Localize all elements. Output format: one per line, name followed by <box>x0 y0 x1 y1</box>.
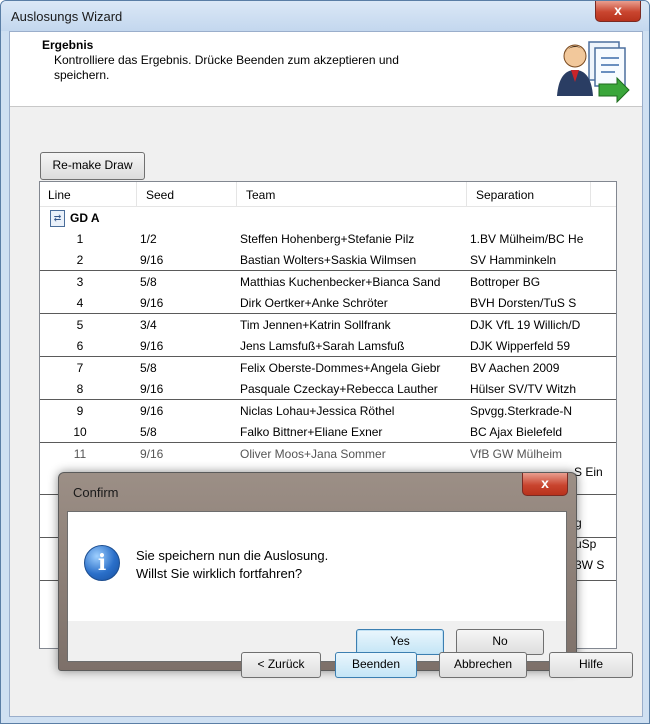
cell-line: 2 <box>76 253 84 267</box>
cell-team: Matthias Kuchenbecker+Bianca Sand <box>240 275 441 289</box>
cell-separation: 1.BV Mülheim/BC He <box>470 232 584 246</box>
cell-seed: 9/16 <box>140 382 164 396</box>
cell-team: Oliver Moos+Jana Sommer <box>240 447 386 461</box>
cell-separation: SV Hamminkeln <box>470 253 557 267</box>
cell-line: 8 <box>76 382 84 396</box>
group-icon: ⇄ <box>50 210 65 227</box>
cell-seed: 9/16 <box>140 339 164 353</box>
info-icon: i <box>84 545 120 581</box>
table-row[interactable]: 4 9/16 Dirk Oertker+Anke Schröter BVH Do… <box>40 292 616 313</box>
table-row[interactable]: 7 5/8 Felix Oberste-Dommes+Angela Giebr … <box>40 356 616 378</box>
list-header: Line Seed Team Separation <box>40 182 616 207</box>
cell-separation: Spvgg.Sterkrade-N <box>470 404 573 418</box>
confirm-dialog: Confirm x i Sie speichern nun die Auslos… <box>58 472 577 671</box>
cell-line: 4 <box>76 296 84 310</box>
cell-separation: BC Ajax Bielefeld <box>470 425 563 439</box>
cell-team: Dirk Oertker+Anke Schröter <box>240 296 388 310</box>
back-button[interactable]: < Zurück <box>241 652 321 678</box>
table-row[interactable]: 6 9/16 Jens Lamsfuß+Sarah Lamsfuß DJK Wi… <box>40 335 616 356</box>
cancel-button[interactable]: Abbrechen <box>439 652 527 678</box>
dialog-body: i Sie speichern nun die Auslosung. Wills… <box>67 511 567 623</box>
title-bar[interactable]: Auslosungs Wizard x <box>1 1 649 31</box>
cell-seed: 9/16 <box>140 404 164 418</box>
cell-team: Steffen Hohenberg+Stefanie Pilz <box>240 232 415 246</box>
column-header-line[interactable]: Line <box>48 188 71 202</box>
close-button[interactable]: x <box>595 1 641 22</box>
cell-team: Jens Lamsfuß+Sarah Lamsfuß <box>240 339 405 353</box>
cell-separation: DJK Wipperfeld 59 <box>470 339 571 353</box>
cell-team: Niclas Lohau+Jessica Röthel <box>240 404 395 418</box>
cell-line: 5 <box>76 318 84 332</box>
peek-fragment: uSp <box>575 537 597 551</box>
cell-line: 3 <box>76 275 84 289</box>
cell-line: 10 <box>73 425 87 439</box>
cell-line: 7 <box>76 361 84 375</box>
cell-separation: VfB GW Mülheim <box>470 447 563 461</box>
cell-seed: 5/8 <box>140 425 157 439</box>
cell-seed: 5/8 <box>140 275 157 289</box>
dialog-close-button[interactable]: x <box>522 473 568 496</box>
table-row[interactable]: 1 1/2 Steffen Hohenberg+Stefanie Pilz 1.… <box>40 228 616 249</box>
cell-seed: 9/16 <box>140 253 164 267</box>
cell-separation: BVH Dorsten/TuS S <box>470 296 577 310</box>
peek-fragment: S Ein <box>574 465 603 479</box>
cell-team: Tim Jennen+Katrin Sollfrank <box>240 318 391 332</box>
cell-line: 11 <box>73 447 87 461</box>
page-description: Kontrolliere das Ergebnis. Drücke Beende… <box>54 53 399 82</box>
wizard-header: Ergebnis Kontrolliere das Ergebnis. Drüc… <box>10 32 642 107</box>
dialog-message-line1: Sie speichern nun die Auslosung. <box>136 548 329 563</box>
cell-seed: 5/8 <box>140 361 157 375</box>
cell-separation: BV Aachen 2009 <box>470 361 560 375</box>
column-header-team[interactable]: Team <box>246 188 275 202</box>
page-title: Ergebnis <box>42 38 94 52</box>
cell-line: 6 <box>76 339 84 353</box>
wizard-window: Auslosungs Wizard x Ergebnis Kontrollier… <box>0 0 650 724</box>
cell-team: Bastian Wolters+Saskia Wilmsen <box>240 253 417 267</box>
window-title: Auslosungs Wizard <box>11 9 123 24</box>
dialog-message-line2: Willst Sie wirklich fortfahren? <box>136 566 303 581</box>
cell-line: 9 <box>76 404 84 418</box>
cell-separation: DJK VfL 19 Willich/D <box>470 318 581 332</box>
table-row[interactable]: 3 5/8 Matthias Kuchenbecker+Bianca Sand … <box>40 270 616 292</box>
table-row[interactable]: 9 9/16 Niclas Lohau+Jessica Röthel Spvgg… <box>40 399 616 421</box>
cell-team: Pasquale Czeckay+Rebecca Lauther <box>240 382 438 396</box>
cell-team: Felix Oberste-Dommes+Angela Giebr <box>240 361 441 375</box>
help-button[interactable]: Hilfe <box>549 652 633 678</box>
column-header-separation[interactable]: Separation <box>476 188 534 202</box>
column-header-seed[interactable]: Seed <box>146 188 174 202</box>
group-header[interactable]: ⇄ GD A <box>40 208 616 228</box>
cell-seed: 9/16 <box>140 296 164 310</box>
table-row[interactable]: 8 9/16 Pasquale Czeckay+Rebecca Lauther … <box>40 378 616 399</box>
cell-separation: Bottroper BG <box>470 275 541 289</box>
cell-team: Falko Bittner+Eliane Exner <box>240 425 383 439</box>
group-label: GD A <box>70 211 100 225</box>
cell-seed: 9/16 <box>140 447 164 461</box>
remake-draw-button[interactable]: Re-make Draw <box>40 152 145 180</box>
cell-seed: 1/2 <box>140 232 157 246</box>
table-row[interactable]: 5 3/4 Tim Jennen+Katrin Sollfrank DJK Vf… <box>40 313 616 335</box>
cell-line: 1 <box>76 232 84 246</box>
cell-seed: 3/4 <box>140 318 157 332</box>
table-row-partial[interactable]: 11 9/16 Oliver Moos+Jana Sommer VfB GW M… <box>40 442 616 464</box>
cell-separation: Hülser SV/TV Witzh <box>470 382 577 396</box>
table-row[interactable]: 2 9/16 Bastian Wolters+Saskia Wilmsen SV… <box>40 249 616 270</box>
finish-button[interactable]: Beenden <box>335 652 417 678</box>
peek-fragment: 3W S <box>575 558 605 572</box>
wizard-user-icon <box>557 41 630 104</box>
dialog-title: Confirm <box>73 485 119 500</box>
table-row[interactable]: 10 5/8 Falko Bittner+Eliane Exner BC Aja… <box>40 421 616 442</box>
